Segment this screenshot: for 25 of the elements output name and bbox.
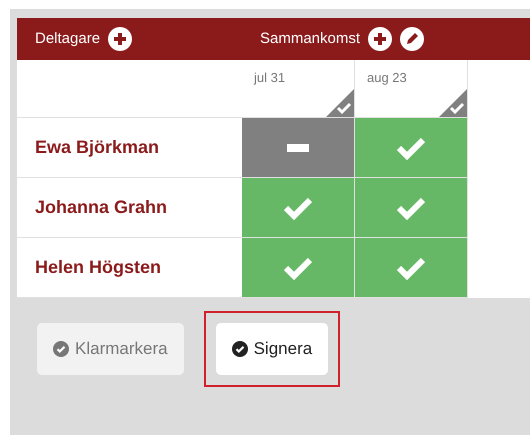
check-circle-icon [53, 341, 69, 357]
check-corner-icon [439, 89, 467, 117]
participant-name: Helen Högsten [35, 256, 162, 279]
check-icon [396, 256, 426, 280]
attendance-cell[interactable] [242, 178, 355, 238]
attendance-cell[interactable] [355, 238, 468, 298]
check-circle-icon [232, 341, 248, 357]
attendance-cell[interactable] [242, 238, 355, 298]
meeting-heading: Sammankomst [260, 28, 360, 49]
participant-name: Ewa Björkman [35, 136, 160, 159]
minus-icon [287, 144, 309, 152]
check-icon [283, 256, 313, 280]
participants-heading: Deltagare [35, 28, 100, 49]
attendance-cell[interactable] [242, 118, 355, 178]
edit-icon[interactable] [400, 27, 424, 51]
add-icon[interactable] [368, 27, 392, 51]
check-icon [396, 196, 426, 220]
add-icon[interactable] [108, 27, 132, 51]
attendance-cell[interactable] [355, 178, 468, 238]
attendance-cell[interactable] [355, 118, 468, 178]
check-icon [396, 136, 426, 160]
participant-name: Johanna Grahn [35, 196, 168, 219]
action-button[interactable]: Signera [216, 323, 328, 375]
check-corner-icon [326, 89, 354, 117]
check-icon [283, 196, 313, 220]
